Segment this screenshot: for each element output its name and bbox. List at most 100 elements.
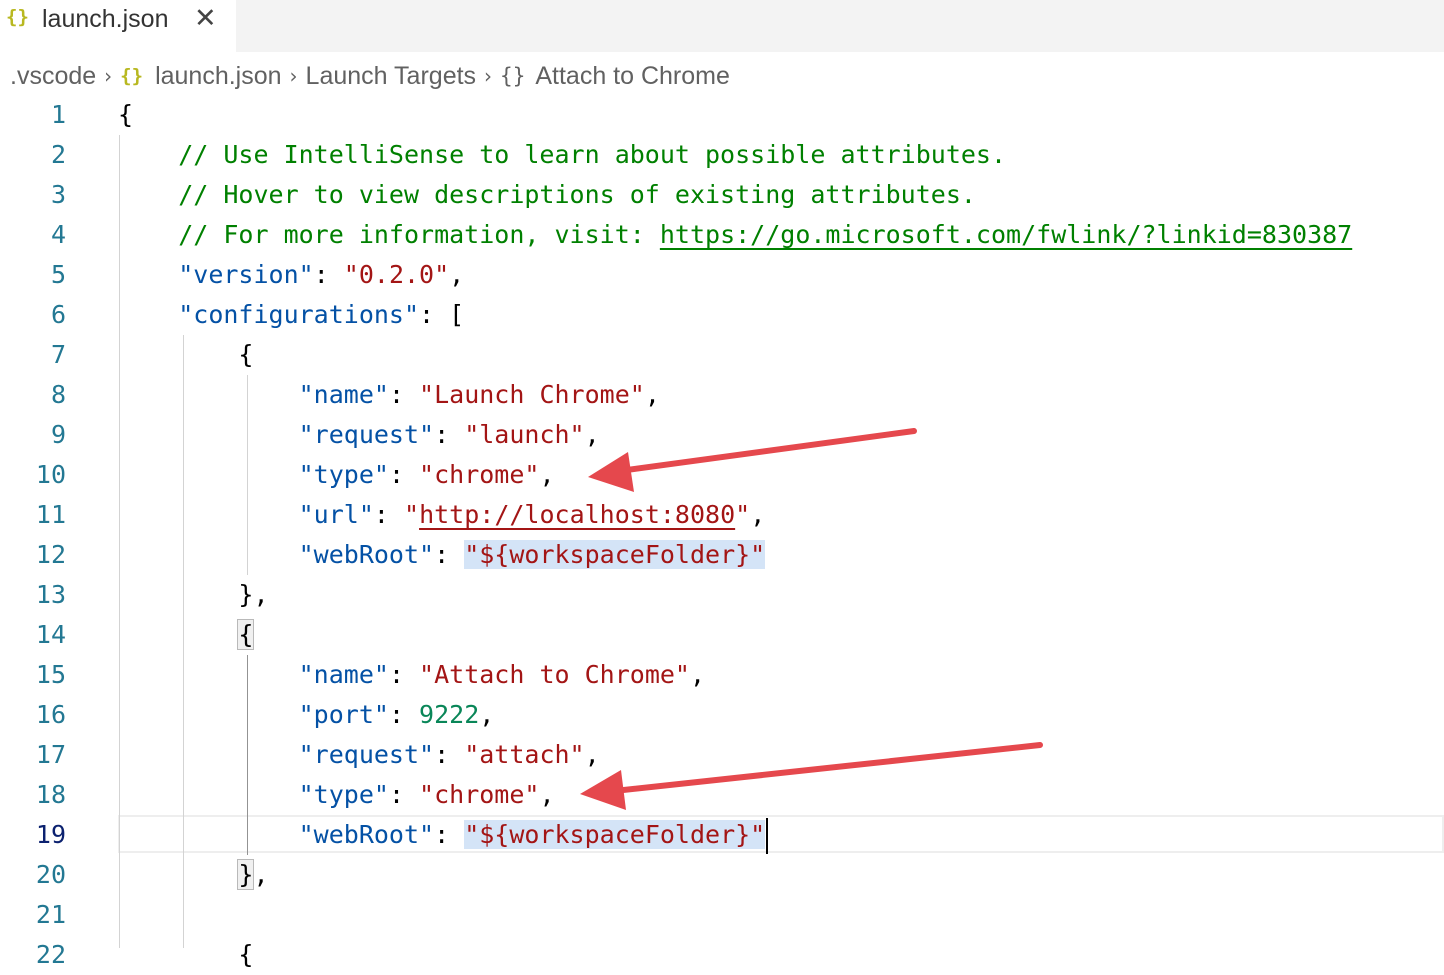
code-token: "chrome" bbox=[419, 780, 540, 809]
code-text: }, bbox=[118, 855, 269, 895]
code-token: // Use IntelliSense to learn about possi… bbox=[118, 140, 1007, 169]
code-line[interactable]: 13 }, bbox=[0, 575, 1444, 615]
line-number: 9 bbox=[50, 420, 66, 449]
code-token: "${workspaceFolder}" bbox=[464, 820, 766, 849]
code-token: : bbox=[434, 540, 465, 569]
line-number: 1 bbox=[50, 100, 66, 129]
code-line[interactable]: 4 // For more information, visit: https:… bbox=[0, 215, 1444, 255]
code-line[interactable]: 6 "configurations": [ bbox=[0, 295, 1444, 335]
code-line[interactable]: 17 "request": "attach", bbox=[0, 735, 1444, 775]
line-number: 5 bbox=[50, 260, 66, 289]
code-token: "chrome" bbox=[419, 460, 540, 489]
code-line[interactable]: 15 "name": "Attach to Chrome", bbox=[0, 655, 1444, 695]
code-text: "webRoot": "${workspaceFolder}" bbox=[118, 815, 769, 855]
code-token: : bbox=[434, 820, 465, 849]
code-text: // Use IntelliSense to learn about possi… bbox=[118, 135, 1006, 175]
code-line[interactable]: 7 { bbox=[0, 335, 1444, 375]
breadcrumb-item-attach-to-chrome[interactable]: {} Attach to Chrome bbox=[500, 62, 730, 91]
line-number: 15 bbox=[35, 660, 66, 689]
code-text: // For more information, visit: https://… bbox=[118, 215, 1352, 255]
code-token: // Hover to view descriptions of existin… bbox=[118, 180, 976, 209]
line-number: 12 bbox=[35, 540, 66, 569]
tab-label: launch.json bbox=[42, 5, 169, 33]
code-token: "Launch Chrome" bbox=[419, 380, 645, 409]
code-token: "type" bbox=[298, 460, 389, 489]
breadcrumb-label: .vscode bbox=[10, 61, 97, 90]
breadcrumb-item-launch-json[interactable]: {} launch.json bbox=[120, 62, 281, 91]
code-token: { bbox=[237, 619, 255, 650]
json-file-icon: {} bbox=[6, 6, 29, 28]
breadcrumb-label: launch.json bbox=[155, 61, 282, 90]
code-text: "name": "Launch Chrome", bbox=[118, 375, 660, 415]
code-line[interactable]: 5 "version": "0.2.0", bbox=[0, 255, 1444, 295]
code-token: : bbox=[388, 780, 420, 809]
code-token: : bbox=[388, 700, 420, 729]
code-line[interactable]: 12 "webRoot": "${workspaceFolder}" bbox=[0, 535, 1444, 575]
breadcrumb-label: Launch Targets bbox=[305, 61, 477, 90]
code-line[interactable]: 16 "port": 9222, bbox=[0, 695, 1444, 735]
code-token: , bbox=[449, 260, 465, 289]
code-token: "url" bbox=[298, 500, 374, 529]
code-line[interactable]: 21 bbox=[0, 895, 1444, 935]
code-line[interactable]: 19 "webRoot": "${workspaceFolder}" bbox=[0, 815, 1444, 855]
line-number: 18 bbox=[35, 780, 66, 809]
breadcrumb-item-launch-targets[interactable]: Launch Targets bbox=[306, 62, 477, 91]
code-token: , bbox=[253, 860, 269, 889]
chevron-right-icon: › bbox=[484, 64, 493, 88]
breadcrumb-item-vscode[interactable]: .vscode bbox=[10, 62, 96, 91]
code-line[interactable]: 14 { bbox=[0, 615, 1444, 655]
line-number: 2 bbox=[50, 140, 66, 169]
code-token: , bbox=[644, 380, 660, 409]
code-line[interactable]: 20 }, bbox=[0, 855, 1444, 895]
code-token: { bbox=[118, 100, 134, 129]
chevron-right-icon: › bbox=[289, 64, 298, 88]
code-line[interactable]: 3 // Hover to view descriptions of exist… bbox=[0, 175, 1444, 215]
code-text: "type": "chrome", bbox=[118, 455, 555, 495]
code-line[interactable]: 18 "type": "chrome", bbox=[0, 775, 1444, 815]
code-editor[interactable]: 1{2 // Use IntelliSense to learn about p… bbox=[0, 95, 1444, 969]
code-token: : [ bbox=[419, 300, 465, 329]
code-line[interactable]: 8 "name": "Launch Chrome", bbox=[0, 375, 1444, 415]
breadcrumb-label: Attach to Chrome bbox=[535, 61, 730, 90]
code-token: } bbox=[237, 859, 255, 890]
code-token: { bbox=[118, 340, 254, 369]
line-number: 22 bbox=[35, 940, 66, 969]
code-text: // Hover to view descriptions of existin… bbox=[118, 175, 976, 215]
code-token: , bbox=[584, 420, 600, 449]
code-line[interactable]: 22 { bbox=[0, 935, 1444, 975]
line-number: 10 bbox=[35, 460, 66, 489]
code-token: "name" bbox=[298, 380, 389, 409]
code-token: "0.2.0" bbox=[343, 260, 450, 289]
tab-bar: {} launch.json ✕ bbox=[0, 0, 1444, 52]
tab-launch-json[interactable]: {} launch.json ✕ bbox=[0, 0, 236, 52]
line-number: 16 bbox=[35, 700, 66, 729]
close-icon[interactable]: ✕ bbox=[194, 3, 217, 34]
code-text: "configurations": [ bbox=[118, 295, 464, 335]
code-line[interactable]: 2 // Use IntelliSense to learn about pos… bbox=[0, 135, 1444, 175]
code-token: 9222 bbox=[419, 700, 480, 729]
code-line[interactable]: 9 "request": "launch", bbox=[0, 415, 1444, 455]
code-token: "attach" bbox=[464, 740, 585, 769]
code-text: "name": "Attach to Chrome", bbox=[118, 655, 705, 695]
code-line[interactable]: 10 "type": "chrome", bbox=[0, 455, 1444, 495]
code-token: , bbox=[750, 500, 766, 529]
code-token: { bbox=[118, 940, 254, 969]
code-line[interactable]: 11 "url": "http://localhost:8080", bbox=[0, 495, 1444, 535]
code-text: { bbox=[118, 335, 253, 375]
code-token: " bbox=[735, 500, 751, 529]
code-token: : bbox=[434, 420, 465, 449]
code-token: "name" bbox=[298, 660, 389, 689]
code-line[interactable]: 1{ bbox=[0, 95, 1444, 135]
code-token: http://localhost:8080 bbox=[419, 500, 736, 529]
line-number: 14 bbox=[35, 620, 66, 649]
code-token: , bbox=[479, 700, 495, 729]
